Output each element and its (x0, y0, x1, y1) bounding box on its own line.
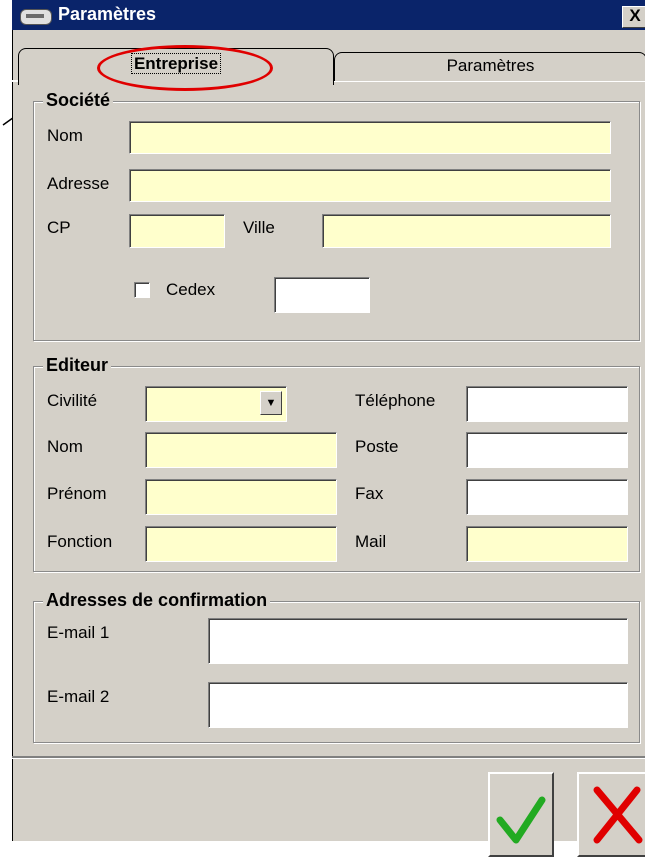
societe-nom-label: Nom (47, 126, 83, 145)
annotation-highlight-oval (97, 45, 273, 91)
societe-cp-input[interactable] (129, 214, 225, 248)
bottom-separator (12, 756, 645, 758)
telephone-input[interactable] (466, 386, 628, 422)
window-title: Paramètres (58, 4, 157, 24)
cedex-checkbox[interactable] (134, 282, 150, 298)
societe-ville-label: Ville (243, 218, 275, 237)
cancel-button[interactable] (577, 772, 645, 857)
cedex-label: Cedex (166, 280, 216, 299)
civilite-label: Civilité (47, 391, 98, 410)
civilite-dropdown-button[interactable]: ▼ (260, 391, 282, 415)
prenom-label: Prénom (47, 484, 107, 503)
editeur-legend: Editeur (43, 355, 112, 376)
telephone-label: Téléphone (355, 391, 436, 410)
ok-button[interactable] (488, 772, 554, 857)
tab-parametres[interactable]: Paramètres (334, 52, 645, 81)
confirmation-legend: Adresses de confirmation (43, 590, 271, 611)
cedex-input[interactable] (274, 277, 370, 313)
societe-cp-label: CP (47, 218, 71, 237)
cross-icon (593, 786, 643, 844)
tab-parametres-label: Paramètres (446, 56, 535, 75)
poste-input[interactable] (466, 432, 628, 468)
email2-input[interactable] (208, 682, 628, 728)
email2-label: E-mail 2 (47, 687, 110, 706)
fax-label: Fax (355, 484, 384, 503)
societe-nom-input[interactable] (129, 121, 611, 154)
societe-ville-input[interactable] (322, 214, 611, 248)
societe-adresse-input[interactable] (129, 169, 611, 202)
poste-label: Poste (355, 437, 399, 456)
fonction-input[interactable] (145, 526, 337, 562)
mail-label: Mail (355, 532, 387, 551)
fax-input[interactable] (466, 479, 628, 515)
editeur-nom-label: Nom (47, 437, 83, 456)
email1-input[interactable] (208, 618, 628, 664)
email1-label: E-mail 1 (47, 623, 110, 642)
fonction-label: Fonction (47, 532, 113, 551)
prenom-input[interactable] (145, 479, 337, 515)
checkmark-icon (496, 796, 546, 844)
close-button[interactable]: X (622, 6, 645, 28)
societe-adresse-label: Adresse (47, 174, 110, 193)
societe-legend: Société (43, 90, 114, 111)
app-icon (20, 9, 52, 25)
editeur-nom-input[interactable] (145, 432, 337, 468)
mail-input[interactable] (466, 526, 628, 562)
